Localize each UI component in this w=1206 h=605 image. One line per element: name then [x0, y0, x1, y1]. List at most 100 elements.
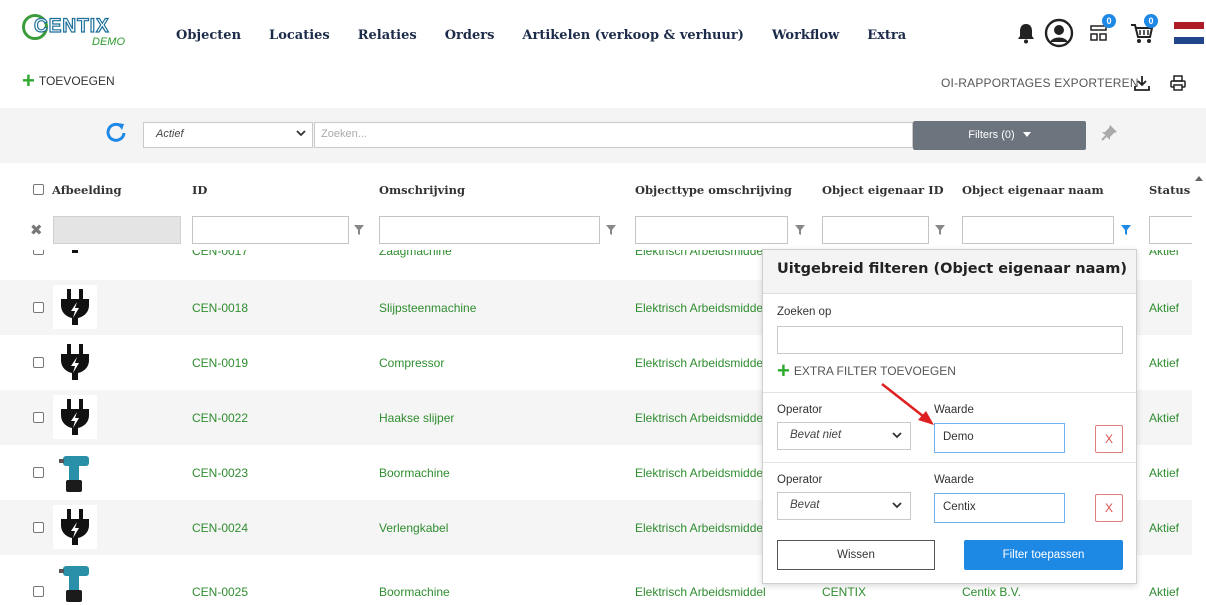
clear-button[interactable]: Wissen	[777, 540, 935, 570]
cell-omschrijving[interactable]: Boormachine	[379, 585, 450, 599]
filter-owner-name-input[interactable]	[962, 216, 1114, 244]
row-checkbox[interactable]	[33, 250, 44, 255]
header-omschrijving[interactable]: Omschrijving	[379, 183, 465, 197]
cell-status[interactable]: Aktief	[1149, 466, 1179, 480]
cell-id[interactable]: CEN-0017	[192, 250, 248, 258]
operator-label: Operator	[777, 474, 823, 486]
apply-filter-button[interactable]: Filter toepassen	[964, 540, 1123, 570]
add-label: TOEVOEGEN	[38, 74, 115, 88]
remove-filter-button[interactable]: X	[1095, 425, 1123, 453]
header-afbeelding[interactable]: Afbeelding	[33, 183, 122, 197]
cell-omschrijving[interactable]: Boormachine	[379, 466, 450, 480]
search-placeholder: Zoeken...	[321, 128, 367, 140]
chevron-down-icon	[892, 500, 902, 513]
header-owner-id[interactable]: Object eigenaar ID	[822, 183, 944, 197]
value-input-text: Demo	[943, 431, 974, 443]
menu-orders[interactable]: Orders	[445, 28, 495, 43]
cell-objecttype[interactable]: Elektrisch Arbeidsmiddel	[635, 411, 766, 425]
centix-logo[interactable]: CENTIX DEMO	[22, 12, 142, 52]
filter-omschrijving-input[interactable]	[379, 216, 600, 244]
header-objecttype[interactable]: Objecttype omschrijving	[635, 183, 792, 197]
cell-omschrijving[interactable]: Slijpsteenmachine	[379, 301, 476, 315]
table-header: Afbeelding ID Omschrijving Objecttype om…	[0, 172, 1192, 210]
plus-icon: +	[22, 68, 35, 93]
vertical-scrollbar[interactable]	[1192, 172, 1206, 605]
cell-objecttype[interactable]: Elektrisch Arbeidsmiddel	[635, 466, 766, 480]
row-checkbox[interactable]	[33, 522, 44, 533]
popup-title: Uitgebreid filteren (Object eigenaar naa…	[777, 261, 1127, 277]
cell-id[interactable]: CEN-0019	[192, 356, 248, 370]
filter-owner-id-input[interactable]	[822, 216, 929, 244]
operator-select-value: Bevat	[790, 499, 820, 511]
cell-id[interactable]: CEN-0022	[192, 411, 248, 425]
download-icon[interactable]	[1133, 74, 1151, 95]
bell-icon[interactable]	[1016, 22, 1036, 47]
cell-objecttype[interactable]: Elektrisch Arbeidsmiddel	[635, 521, 766, 535]
header-id[interactable]: ID	[192, 183, 207, 197]
refresh-icon[interactable]	[105, 121, 127, 149]
filter-objecttype-input[interactable]	[635, 216, 788, 244]
cell-omschrijving[interactable]: Haakse slijper	[379, 411, 454, 425]
cell-id[interactable]: CEN-0018	[192, 301, 248, 315]
cell-status[interactable]: Aktief	[1149, 250, 1179, 258]
logo-text: CENTIX	[33, 15, 110, 37]
row-checkbox[interactable]	[33, 302, 44, 313]
cell-id[interactable]: CEN-0024	[192, 521, 248, 535]
clear-filters-icon[interactable]: ✖	[30, 221, 43, 239]
cell-status[interactable]: Aktief	[1149, 411, 1179, 425]
cell-objecttype[interactable]: Elektrisch Arbeidsmiddel	[635, 250, 766, 258]
advanced-filter-popup: Uitgebreid filteren (Object eigenaar naa…	[762, 249, 1137, 584]
search-on-input[interactable]	[777, 326, 1123, 354]
status-select[interactable]: Actief	[143, 122, 313, 148]
popup-header: Uitgebreid filteren (Object eigenaar naa…	[763, 250, 1136, 294]
menu-relaties[interactable]: Relaties	[358, 28, 417, 43]
cell-status[interactable]: Aktief	[1149, 585, 1179, 599]
add-extra-filter-button[interactable]: + EXTRA FILTER TOEVOEGEN	[777, 360, 956, 382]
menu-objecten[interactable]: Objecten	[176, 28, 241, 43]
add-button[interactable]: + TOEVOEGEN	[22, 68, 115, 93]
filter-id-input[interactable]	[192, 216, 349, 244]
value-input[interactable]: Demo	[934, 423, 1065, 453]
row-checkbox[interactable]	[33, 412, 44, 423]
cell-status[interactable]: Aktief	[1149, 521, 1179, 535]
value-label: Waarde	[934, 474, 974, 486]
cell-objecttype[interactable]: Elektrisch Arbeidsmiddel	[635, 356, 766, 370]
cell-objecttype[interactable]: Elektrisch Arbeidsmiddel	[635, 585, 766, 599]
user-avatar-icon[interactable]	[1044, 18, 1074, 51]
cell-omschrijving[interactable]: Compressor	[379, 356, 444, 370]
cell-status[interactable]: Aktief	[1149, 356, 1179, 370]
row-checkbox[interactable]	[33, 357, 44, 368]
header-status[interactable]: Status	[1149, 183, 1190, 197]
row-checkbox[interactable]	[33, 586, 44, 597]
top-navbar: CENTIX DEMO Objecten Locaties Relaties O…	[0, 0, 1206, 70]
dutch-flag-icon[interactable]	[1174, 22, 1204, 47]
scroll-up-arrow-icon[interactable]	[1195, 176, 1203, 181]
print-icon[interactable]	[1169, 74, 1187, 95]
filter-status-input[interactable]	[1149, 216, 1192, 244]
header-owner-name[interactable]: Object eigenaar naam	[962, 183, 1104, 197]
search-input[interactable]: Zoeken...	[314, 122, 913, 148]
value-input[interactable]: Centix	[934, 493, 1065, 523]
filters-button[interactable]: Filters (0)	[913, 121, 1086, 150]
cell-omschrijving[interactable]: Verlengkabel	[379, 521, 448, 535]
cell-status[interactable]: Aktief	[1149, 301, 1179, 315]
cell-owner-id[interactable]: CENTIX	[822, 585, 866, 599]
cell-owner-name[interactable]: Centix B.V.	[962, 585, 1021, 599]
cell-id[interactable]: CEN-0023	[192, 466, 248, 480]
menu-workflow[interactable]: Workflow	[772, 28, 839, 43]
menu-artikelen[interactable]: Artikelen (verkoop & verhuur)	[522, 28, 743, 43]
cell-omschrijving[interactable]: Zaagmachine	[379, 250, 452, 258]
remove-filter-button[interactable]: X	[1095, 494, 1123, 522]
export-reports-link[interactable]: OI-RAPPORTAGES EXPORTEREN	[941, 76, 1139, 90]
menu-locaties[interactable]: Locaties	[269, 28, 330, 43]
filters-label: Filters (0)	[968, 129, 1015, 141]
operator-select[interactable]: Bevat	[777, 492, 911, 520]
pin-icon[interactable]	[1100, 124, 1118, 145]
menu-extra[interactable]: Extra	[867, 28, 906, 43]
operator-label: Operator	[777, 404, 823, 416]
cell-objecttype[interactable]: Elektrisch Arbeidsmiddel	[635, 301, 766, 315]
select-all-checkbox[interactable]	[33, 184, 44, 195]
plug-icon	[53, 250, 97, 257]
cell-id[interactable]: CEN-0025	[192, 585, 248, 599]
row-checkbox[interactable]	[33, 467, 44, 478]
